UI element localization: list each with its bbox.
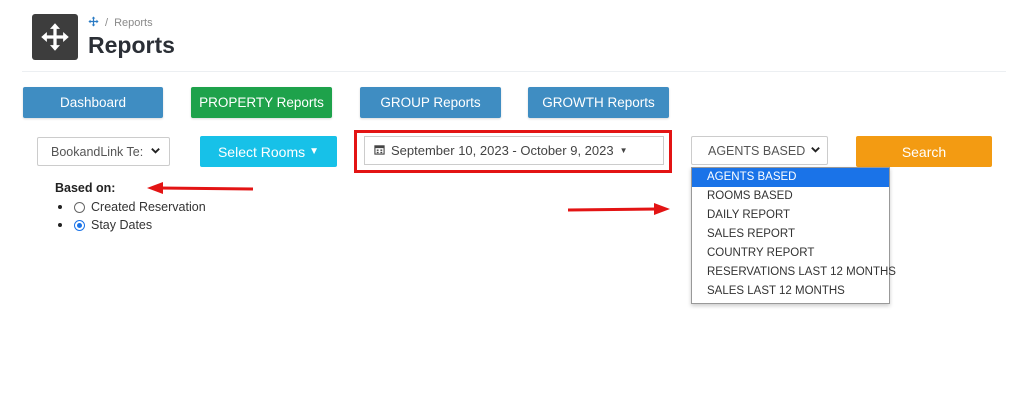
breadcrumb-separator: / (105, 17, 109, 29)
report-type-dropdown[interactable]: AGENTS BASED ROOMS BASED DAILY REPORT SA… (691, 167, 896, 304)
dropdown-option-rooms-based[interactable]: ROOMS BASED (692, 187, 889, 206)
radio-button[interactable] (74, 201, 85, 213)
select-rooms-button[interactable]: Select Rooms ▼ (200, 136, 337, 167)
date-range-value: September 10, 2023 - October 9, 2023 (391, 143, 614, 158)
annotation-arrow-left-icon (145, 180, 257, 196)
dropdown-option-reservations-last-12-months[interactable]: RESERVATIONS LAST 12 MONTHS (692, 263, 896, 282)
date-range-picker[interactable]: September 10, 2023 - October 9, 2023 ▼ (364, 136, 664, 165)
dropdown-option-sales-report[interactable]: SALES REPORT (692, 225, 889, 244)
caret-down-icon: ▼ (309, 146, 320, 157)
search-button[interactable]: Search (856, 136, 992, 167)
property-select-value: BookandLink Te: (51, 144, 144, 159)
breadcrumb: / Reports (88, 16, 153, 30)
header-divider (22, 71, 1006, 72)
list-bullet (58, 223, 62, 227)
dashboard-button[interactable]: Dashboard (23, 87, 163, 118)
page-title: Reports (88, 32, 175, 58)
radio-created-reservation[interactable]: Created Reservation (58, 200, 206, 214)
report-type-select[interactable]: AGENTS BASED (691, 136, 828, 165)
breadcrumb-item-reports[interactable]: Reports (114, 17, 153, 29)
move-arrows-icon (41, 23, 69, 51)
group-reports-button[interactable]: GROUP Reports (360, 87, 501, 118)
chevron-down-icon (810, 144, 821, 158)
radio-label: Stay Dates (91, 218, 153, 232)
radio-button-checked[interactable] (74, 219, 85, 231)
list-bullet (58, 205, 62, 209)
radio-label: Created Reservation (91, 200, 206, 214)
select-rooms-label: Select Rooms (217, 143, 306, 160)
move-arrows-icon[interactable] (88, 16, 99, 30)
radio-stay-dates[interactable]: Stay Dates (58, 218, 152, 232)
annotation-arrow-right-icon (566, 201, 674, 217)
dropdown-option-sales-last-12-months[interactable]: SALES LAST 12 MONTHS (692, 282, 889, 301)
growth-reports-button[interactable]: GROWTH Reports (528, 87, 669, 118)
property-select[interactable]: BookandLink Te: (37, 137, 170, 166)
app-logo (32, 14, 78, 60)
calendar-icon (374, 143, 385, 158)
dropdown-option-agents-based[interactable]: AGENTS BASED (692, 168, 889, 187)
based-on-label: Based on: (55, 181, 116, 195)
property-reports-button[interactable]: PROPERTY Reports (191, 87, 332, 118)
caret-down-icon: ▼ (619, 146, 628, 155)
chevron-down-icon (150, 145, 161, 159)
dropdown-option-daily-report[interactable]: DAILY REPORT (692, 206, 889, 225)
report-type-value: AGENTS BASED (708, 143, 806, 158)
dropdown-option-country-report[interactable]: COUNTRY REPORT (692, 244, 889, 263)
